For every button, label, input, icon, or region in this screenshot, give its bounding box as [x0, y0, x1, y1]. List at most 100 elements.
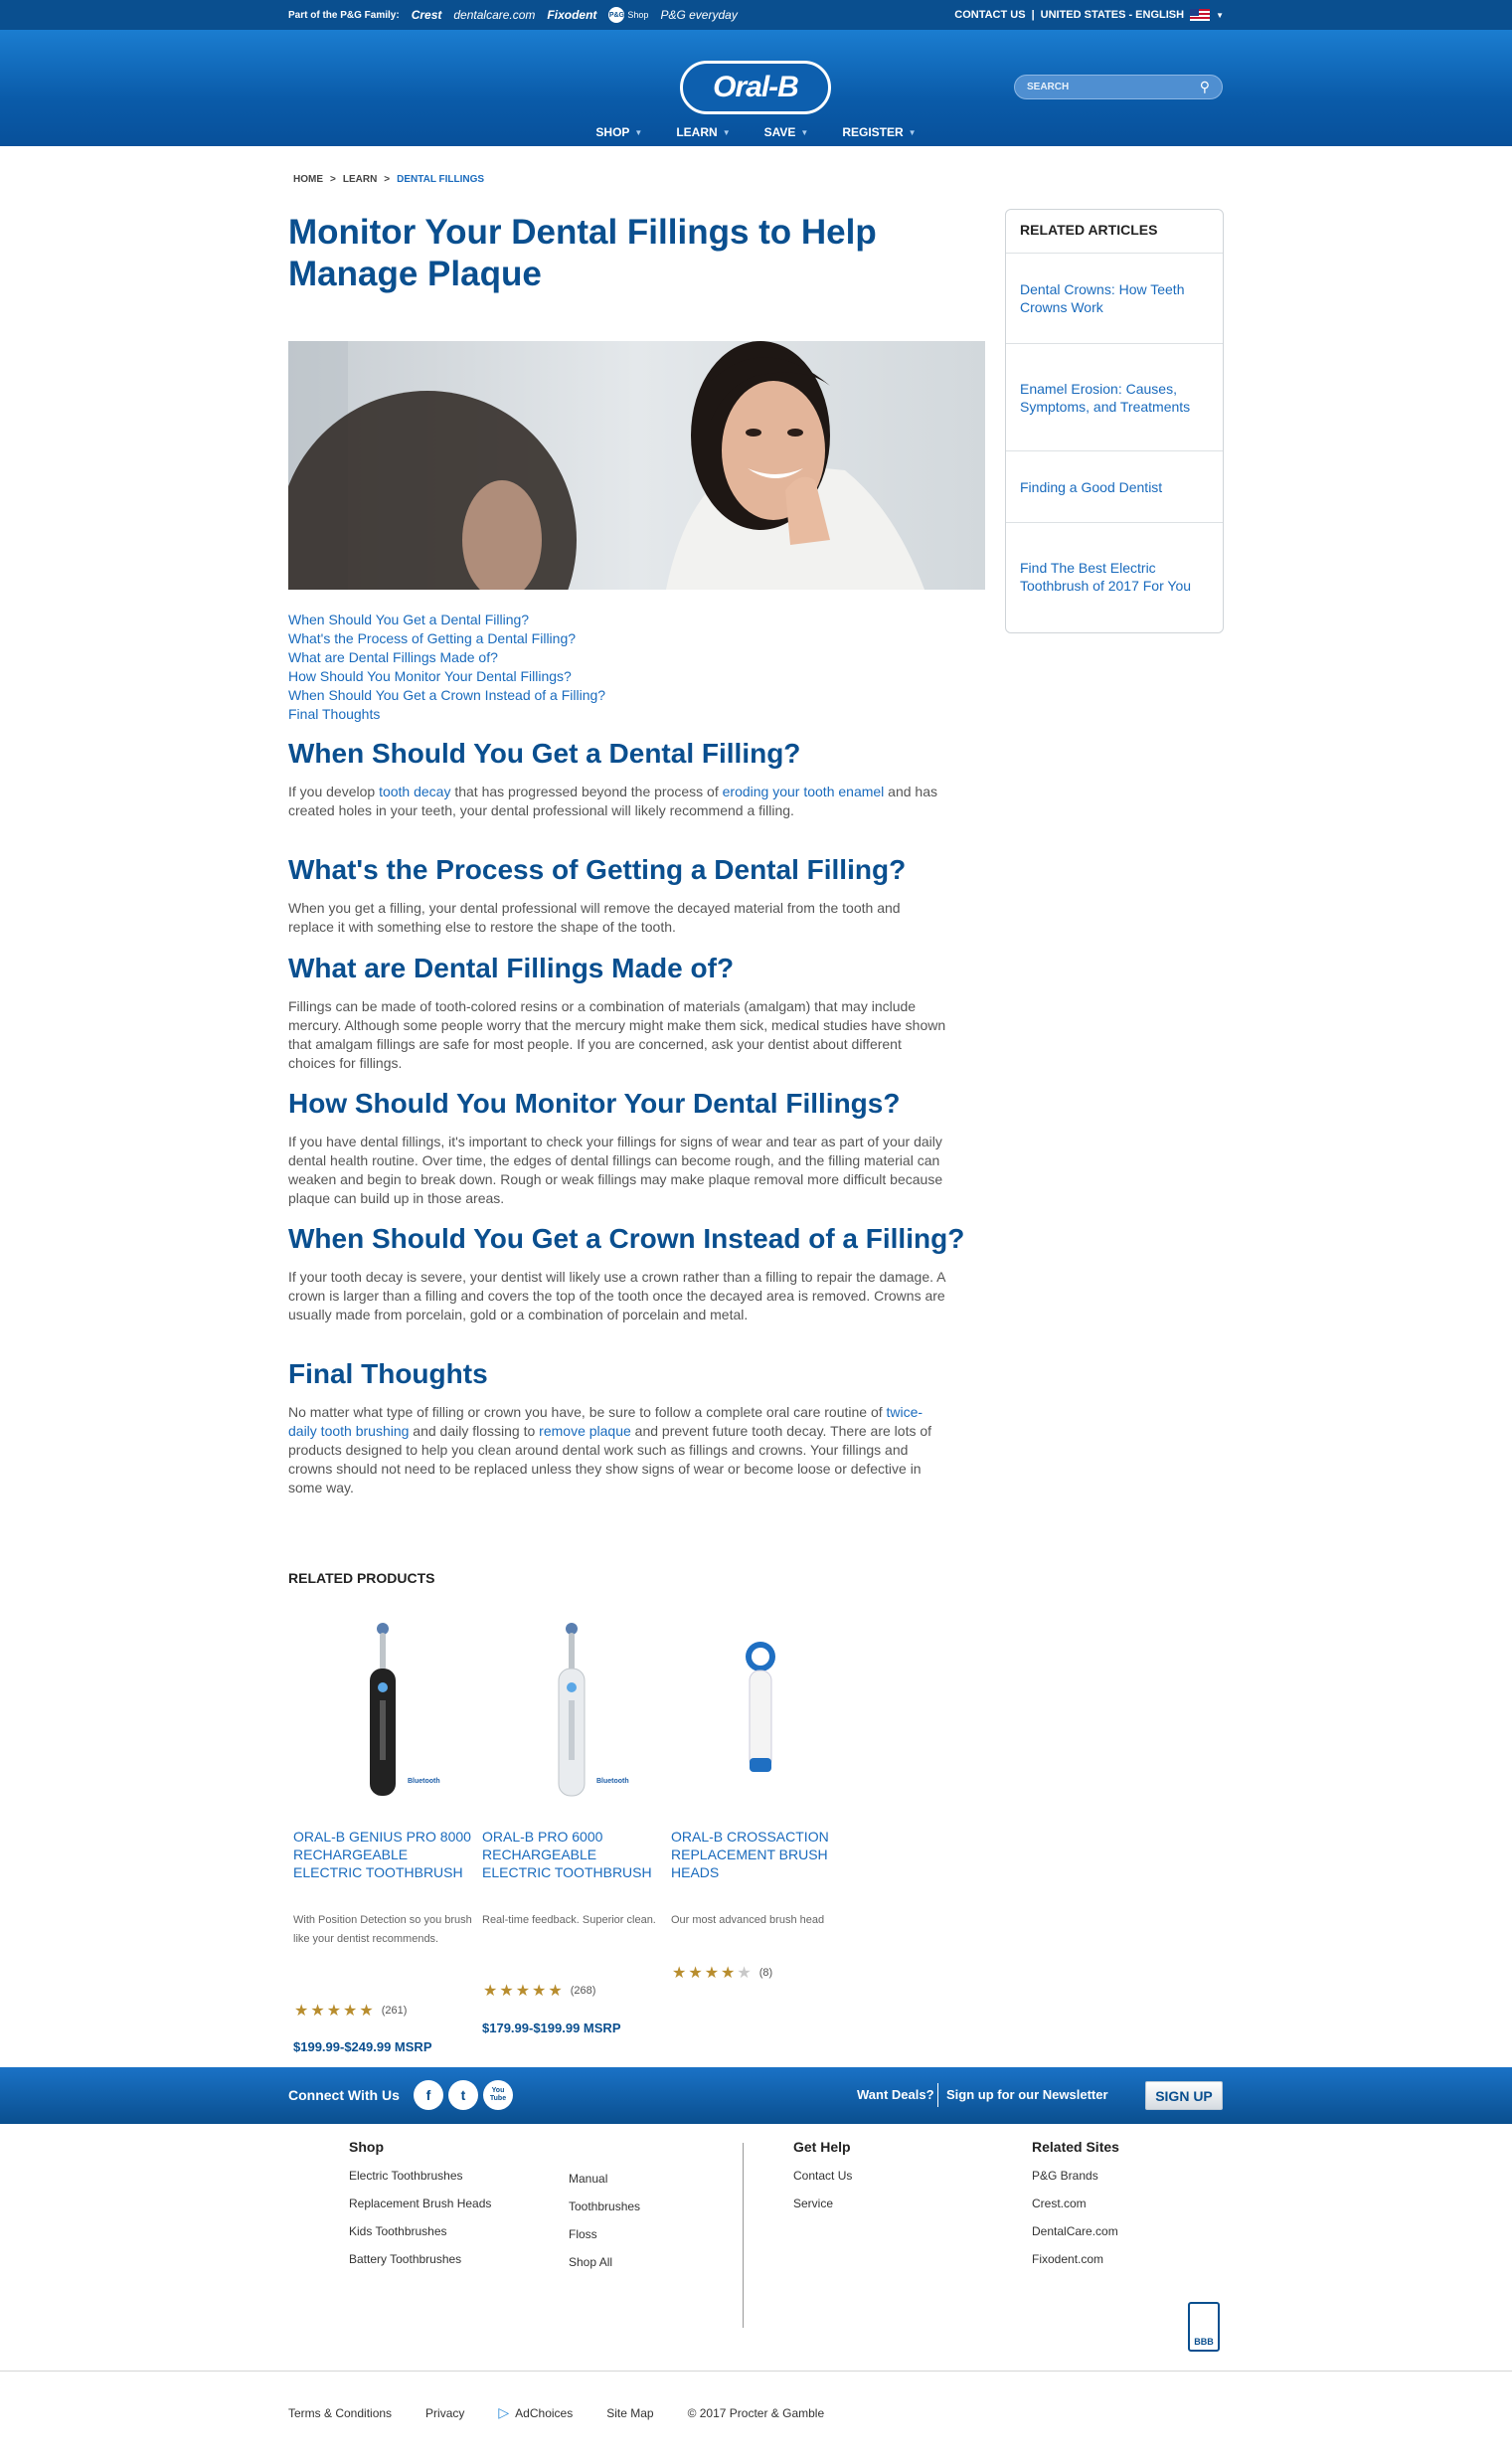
- footer-link[interactable]: Kids Toothbrushes: [349, 2224, 548, 2252]
- product-image[interactable]: Bluetooth: [477, 1619, 666, 1808]
- sign-up-button[interactable]: SIGN UP: [1145, 2081, 1223, 2110]
- footer-link[interactable]: Service: [793, 2197, 942, 2224]
- product-description: Real-time feedback. Superior clean.: [482, 1914, 656, 1926]
- footer-link[interactable]: Replacement Brush Heads: [349, 2197, 548, 2224]
- oral-b-logo[interactable]: Oral-B: [680, 61, 831, 114]
- related-article-link[interactable]: Finding a Good Dentist: [1006, 451, 1223, 523]
- section-heading: When Should You Get a Dental Filling?: [288, 738, 801, 769]
- facebook-icon[interactable]: f: [414, 2080, 443, 2110]
- product-price: $179.99-$199.99 MSRP: [482, 2021, 621, 2035]
- deals-separator: [937, 2083, 938, 2107]
- breadcrumb-learn[interactable]: LEARN: [343, 174, 377, 185]
- footer-link[interactable]: Manual: [569, 2172, 718, 2199]
- related-articles-title: RELATED ARTICLES: [1006, 210, 1223, 254]
- section-body: If you have dental fillings, it's import…: [288, 1134, 943, 1206]
- chevron-down-icon[interactable]: ▼: [1216, 11, 1224, 20]
- footer-link[interactable]: Toothbrushes: [569, 2199, 718, 2227]
- pg-badge: P&G: [608, 7, 625, 23]
- pg-everyday-link[interactable]: P&G everyday: [660, 8, 737, 22]
- footer-related-sites-column: Related Sites P&G Brands Crest.com Denta…: [1032, 2139, 1211, 2280]
- toc-link[interactable]: When Should You Get a Crown Instead of a…: [288, 686, 605, 705]
- crest-link[interactable]: Crest: [412, 8, 442, 22]
- pg-shop-link[interactable]: P&G Shop: [608, 7, 648, 23]
- adchoices-icon: ▷: [498, 2404, 510, 2420]
- footer-link[interactable]: DentalCare.com: [1032, 2224, 1211, 2252]
- footer-heading: Shop: [349, 2139, 384, 2155]
- product-name[interactable]: Oral-B CrossAction Replacement Brush Hea…: [671, 1828, 855, 1881]
- adchoices-link[interactable]: ▷ AdChoices: [498, 2404, 573, 2421]
- body-text: and daily flossing to: [409, 1423, 540, 1439]
- page-title: Monitor Your Dental Fillings to Help Man…: [288, 213, 877, 293]
- footer-shop-column: Shop Electric Toothbrushes Replacement B…: [349, 2139, 548, 2280]
- product-name[interactable]: Oral-B GENIUS PRO 8000 Rechargeable Elec…: [293, 1828, 477, 1881]
- footer-link[interactable]: P&G Brands: [1032, 2169, 1211, 2197]
- fixodent-link[interactable]: Fixodent: [547, 8, 596, 22]
- star-rating-icon: ★★★★★: [483, 1983, 565, 2000]
- related-article-link[interactable]: Enamel Erosion: Causes, Symptoms, and Tr…: [1006, 344, 1223, 451]
- review-count: (268): [570, 1985, 596, 1997]
- toc-link[interactable]: Final Thoughts: [288, 705, 605, 724]
- utility-separator: |: [1031, 9, 1035, 21]
- contact-us-link[interactable]: CONTACT US: [954, 9, 1025, 21]
- footer-link[interactable]: Shop All: [569, 2255, 718, 2283]
- eroding-enamel-link[interactable]: eroding your tooth enamel: [723, 784, 885, 799]
- site-header: Oral-B ⚲ SHOP ▼ LEARN ▼ SAVE ▼ REGISTER ▼: [0, 30, 1512, 146]
- nav-shop[interactable]: SHOP ▼: [595, 125, 642, 139]
- dentalcare-link[interactable]: dentalcare.com: [453, 8, 535, 22]
- related-article-link[interactable]: Dental Crowns: How Teeth Crowns Work: [1006, 254, 1223, 344]
- toothbrush-image: Bluetooth: [558, 1623, 629, 1797]
- product-rating[interactable]: ★★★★★ (8): [672, 1963, 772, 1983]
- product-image[interactable]: [666, 1619, 855, 1808]
- footer-help-column: Get Help Contact Us Service: [793, 2139, 942, 2224]
- section-heading: How Should You Monitor Your Dental Filli…: [288, 1088, 901, 1119]
- twitter-icon[interactable]: t: [448, 2080, 478, 2110]
- breadcrumb-home[interactable]: HOME: [293, 174, 323, 185]
- footer-link[interactable]: Electric Toothbrushes: [349, 2169, 548, 2197]
- nav-save[interactable]: SAVE ▼: [764, 125, 809, 139]
- privacy-link[interactable]: Privacy: [425, 2406, 464, 2420]
- pg-family-bar: Part of the P&G Family: Crest dentalcare…: [0, 0, 1512, 30]
- nav-learn[interactable]: LEARN ▼: [676, 125, 730, 139]
- toc-link[interactable]: How Should You Monitor Your Dental Filli…: [288, 667, 605, 686]
- toc-link[interactable]: What's the Process of Getting a Dental F…: [288, 629, 605, 648]
- section-heading: What are Dental Fillings Made of?: [288, 953, 735, 983]
- youtube-icon[interactable]: You Tube: [483, 2080, 513, 2110]
- section-body: If you develop tooth decay that has prog…: [288, 783, 949, 820]
- chevron-down-icon: ▼: [908, 127, 917, 137]
- connect-band: Connect With Us f t You Tube Want Deals?…: [0, 2067, 1512, 2124]
- star-rating-icon: ★★★★★: [294, 2003, 376, 2020]
- footer-link[interactable]: Contact Us: [793, 2169, 942, 2197]
- footer-link[interactable]: Floss: [569, 2227, 718, 2255]
- product-rating[interactable]: ★★★★★ (268): [483, 1981, 595, 2001]
- section-body: When you get a filling, your dental prof…: [288, 900, 901, 935]
- terms-link[interactable]: Terms & Conditions: [288, 2406, 392, 2420]
- remove-plaque-link[interactable]: remove plaque: [539, 1423, 631, 1439]
- pg-family-brands: Part of the P&G Family: Crest dentalcare…: [288, 0, 738, 30]
- product-card[interactable]: Bluetooth Oral-B GENIUS PRO 8000 Recharg…: [288, 1619, 477, 2054]
- product-image[interactable]: Bluetooth: [288, 1619, 477, 1808]
- product-rating[interactable]: ★★★★★ (261): [294, 2001, 407, 2021]
- footer-link[interactable]: Fixodent.com: [1032, 2252, 1211, 2280]
- footer-link[interactable]: Crest.com: [1032, 2197, 1211, 2224]
- search-icon[interactable]: ⚲: [1200, 79, 1210, 95]
- toc-link[interactable]: When Should You Get a Dental Filling?: [288, 611, 605, 629]
- site-map-link[interactable]: Site Map: [606, 2406, 653, 2420]
- product-card[interactable]: Oral-B CrossAction Replacement Brush Hea…: [666, 1619, 855, 1982]
- search-box[interactable]: ⚲: [1014, 75, 1223, 99]
- related-article-link[interactable]: Find The Best Electric Toothbrush of 201…: [1006, 523, 1223, 630]
- search-input[interactable]: [1027, 82, 1186, 92]
- hero-illustration: [288, 341, 985, 590]
- toc-link[interactable]: What are Dental Fillings Made of?: [288, 648, 605, 667]
- nav-register[interactable]: REGISTER ▼: [842, 125, 916, 139]
- product-name[interactable]: Oral-B PRO 6000 Rechargeable Electric To…: [482, 1828, 666, 1881]
- tooth-decay-link[interactable]: tooth decay: [379, 784, 450, 799]
- product-card[interactable]: Bluetooth Oral-B PRO 6000 Rechargeable E…: [477, 1619, 666, 2035]
- social-links: f t You Tube: [414, 2080, 513, 2110]
- footer-link[interactable]: Battery Toothbrushes: [349, 2252, 548, 2280]
- bbb-badge-icon[interactable]: BBB: [1188, 2302, 1220, 2352]
- region-selector[interactable]: UNITED STATES - ENGLISH: [1041, 9, 1184, 21]
- main-nav: SHOP ▼ LEARN ▼ SAVE ▼ REGISTER ▼: [0, 125, 1512, 139]
- breadcrumb: HOME > LEARN > DENTAL FILLINGS: [293, 174, 484, 185]
- us-flag-icon[interactable]: [1190, 9, 1211, 21]
- nav-learn-label: LEARN: [676, 125, 718, 139]
